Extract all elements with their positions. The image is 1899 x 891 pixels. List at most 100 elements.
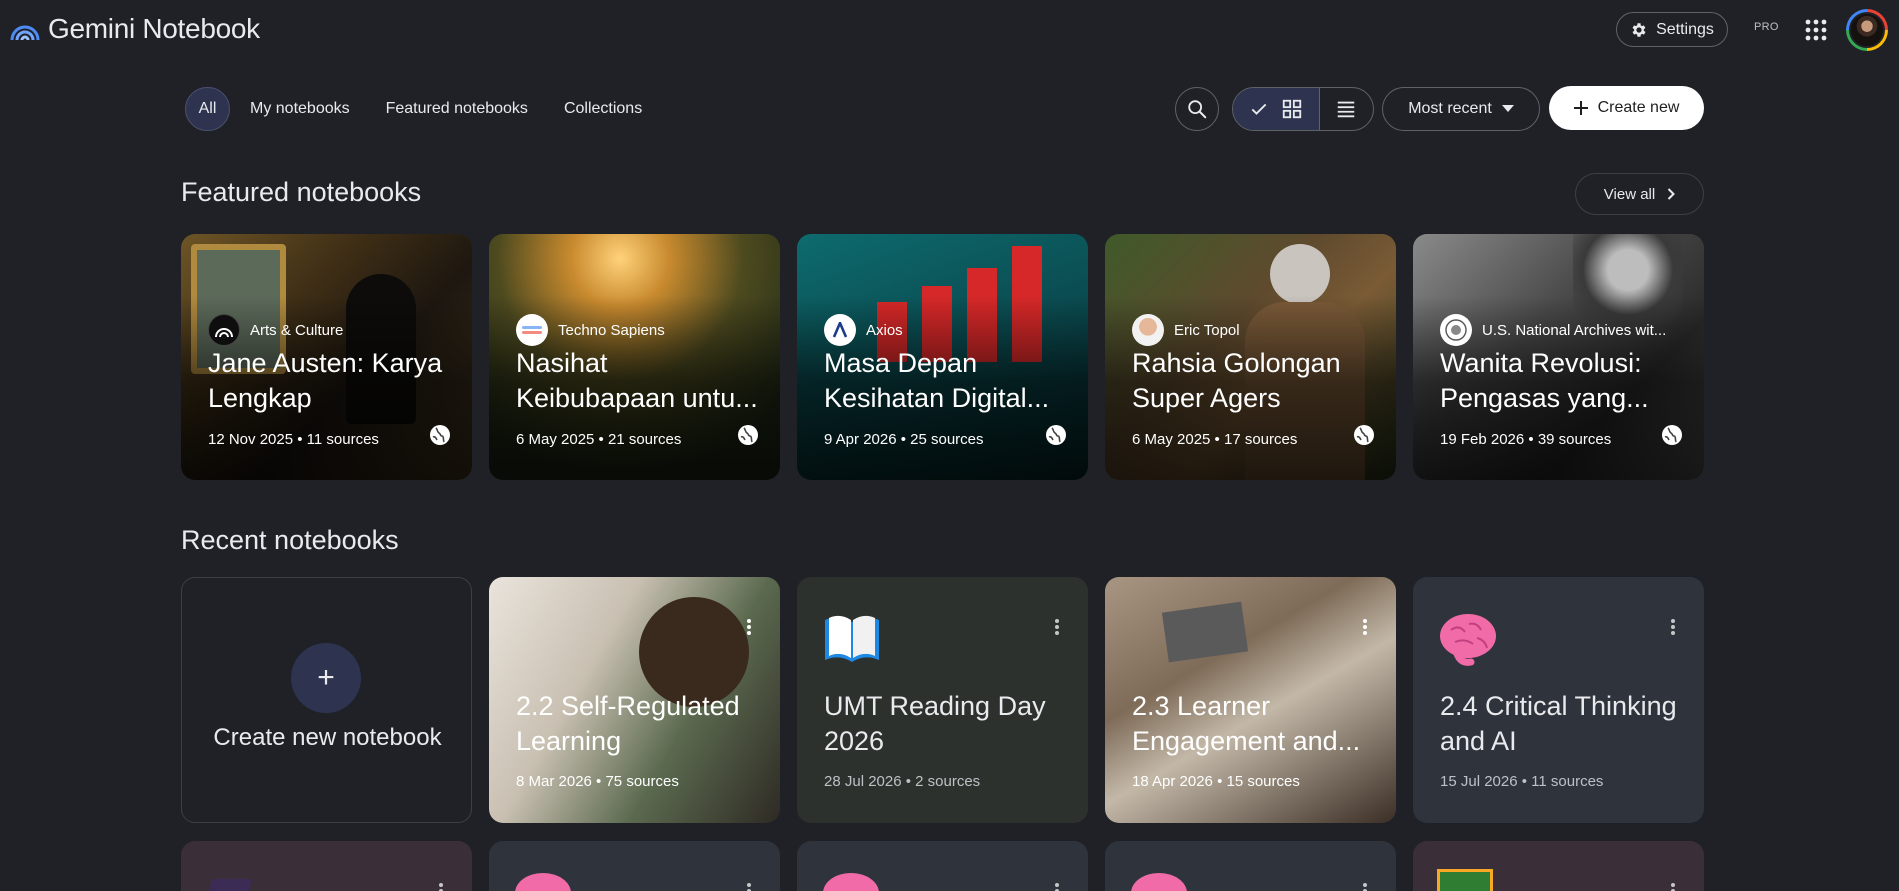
- more-vert-icon[interactable]: [1357, 617, 1373, 637]
- create-new-label: Create new: [1597, 99, 1680, 116]
- source-avatar-icon: [1132, 314, 1164, 346]
- card-meta: 18 Apr 2026 • 15 sources: [1132, 773, 1300, 790]
- source-name: Techno Sapiens: [558, 321, 665, 339]
- featured-card[interactable]: Axios Masa Depan Kesihatan Digital... 9 …: [797, 234, 1088, 480]
- more-vert-icon[interactable]: [1665, 881, 1681, 891]
- card-meta: 15 Jul 2026 • 11 sources: [1440, 773, 1604, 790]
- recent-notebook-card[interactable]: 2.4 Critical Thinking and AI 15 Jul 2026…: [1413, 577, 1704, 823]
- tab-collections[interactable]: Collections: [546, 87, 660, 131]
- card-meta: 19 Feb 2026 • 39 sources: [1440, 431, 1612, 448]
- more-vert-icon[interactable]: [741, 881, 757, 891]
- recent-section-title: Recent notebooks: [181, 525, 399, 555]
- source-name: Eric Topol: [1174, 321, 1240, 339]
- view-all-label: View all: [1603, 185, 1656, 203]
- tab-featured-notebooks[interactable]: Featured notebooks: [368, 87, 546, 131]
- source-name: U.S. National Archives wit...: [1482, 321, 1667, 339]
- globe-icon: [738, 425, 758, 445]
- tab-my-notebooks[interactable]: My notebooks: [232, 87, 368, 131]
- card-title: Rahsia Golongan Super Agers: [1132, 348, 1341, 413]
- card-title: 2.2 Self-Regulated Learning: [516, 691, 740, 756]
- apps-grid-icon[interactable]: [1803, 17, 1829, 43]
- globe-icon: [1046, 425, 1066, 445]
- source-logo-icon: [516, 314, 548, 346]
- app-logo[interactable]: Gemini Notebook: [10, 12, 260, 46]
- source-logo-icon: [208, 314, 240, 346]
- card-title: Jane Austen: Karya Lengkap: [208, 348, 443, 413]
- more-vert-icon[interactable]: [1357, 881, 1373, 891]
- featured-card[interactable]: U.S. National Archives wit... Wanita Rev…: [1413, 234, 1704, 480]
- card-title: 2.3 Learner Engagement and...: [1132, 691, 1361, 756]
- more-vert-icon[interactable]: [1049, 881, 1065, 891]
- brain-emoji-icon: [1440, 614, 1496, 666]
- search-button[interactable]: [1175, 87, 1219, 131]
- recent-notebook-card[interactable]: [797, 841, 1088, 891]
- card-title: Masa Depan Kesihatan Digital...: [824, 348, 1050, 413]
- teacher-emoji-icon: [1437, 869, 1493, 891]
- brain-emoji-icon: [1131, 873, 1187, 891]
- featured-card[interactable]: Arts & Culture Jane Austen: Karya Lengka…: [181, 234, 472, 480]
- filter-tabs: All My notebooks Featured notebooks Coll…: [185, 87, 660, 131]
- more-vert-icon[interactable]: [1665, 617, 1681, 637]
- card-title: 2.4 Critical Thinking and AI: [1440, 691, 1677, 756]
- tab-all[interactable]: All: [185, 87, 230, 131]
- featured-card[interactable]: Eric Topol Rahsia Golongan Super Agers 6…: [1105, 234, 1396, 480]
- grid-view-button[interactable]: [1233, 88, 1320, 130]
- more-vert-icon[interactable]: [741, 617, 757, 637]
- plus-icon: [1573, 101, 1588, 115]
- source-name: Axios: [866, 321, 903, 339]
- card-meta: 6 May 2025 • 21 sources: [516, 431, 682, 448]
- chevron-right-icon: [1667, 188, 1676, 200]
- globe-icon: [1662, 425, 1682, 445]
- grid-view-icon: [1282, 99, 1302, 119]
- recent-notebook-card[interactable]: UMT Reading Day 2026 28 Jul 2026 • 2 sou…: [797, 577, 1088, 823]
- card-title: Nasihat Keibubapaan untu...: [516, 348, 758, 413]
- more-vert-icon[interactable]: [1049, 617, 1065, 637]
- card-source: Arts & Culture: [208, 314, 458, 346]
- create-new-notebook-card[interactable]: + Create new notebook: [181, 577, 472, 823]
- app-title: Gemini Notebook: [48, 13, 260, 44]
- card-meta: 8 Mar 2026 • 75 sources: [516, 773, 679, 790]
- featured-section-title: Featured notebooks: [181, 177, 422, 207]
- book-emoji-icon: [825, 615, 879, 662]
- page: Gemini Notebook Settings PRO All My note…: [0, 0, 1899, 891]
- card-source: Axios: [824, 314, 1074, 346]
- card-title: UMT Reading Day 2026: [824, 691, 1046, 756]
- settings-button[interactable]: Settings: [1616, 12, 1728, 47]
- sort-label: Most recent: [1408, 100, 1492, 117]
- gear-icon: [1632, 22, 1646, 37]
- create-notebook-label: Create new notebook: [213, 724, 442, 751]
- card-source: Techno Sapiens: [516, 314, 766, 346]
- search-icon: [1188, 100, 1207, 119]
- list-view-button[interactable]: [1320, 88, 1373, 130]
- source-logo-icon: [824, 314, 856, 346]
- list-view-icon: [1338, 101, 1355, 118]
- create-new-button[interactable]: Create new: [1549, 86, 1704, 130]
- featured-card[interactable]: Techno Sapiens Nasihat Keibubapaan untu.…: [489, 234, 780, 480]
- sort-dropdown[interactable]: Most recent: [1382, 87, 1540, 131]
- caret-down-icon: [1501, 105, 1514, 112]
- source-name: Arts & Culture: [250, 321, 344, 339]
- recent-notebook-card[interactable]: [489, 841, 780, 891]
- card-meta: 9 Apr 2026 • 25 sources: [824, 431, 984, 448]
- brain-emoji-icon: [515, 873, 571, 891]
- recent-notebook-card[interactable]: [1105, 841, 1396, 891]
- card-meta: 28 Jul 2026 • 2 sources: [824, 773, 981, 790]
- card-title: Wanita Revolusi: Pengasas yang...: [1440, 348, 1649, 413]
- source-seal-icon: [1440, 314, 1472, 346]
- plus-icon: +: [291, 643, 361, 713]
- settings-label: Settings: [1656, 20, 1714, 38]
- more-vert-icon[interactable]: [433, 881, 449, 891]
- pro-badge: PRO: [1754, 21, 1779, 33]
- view-toggle: [1232, 87, 1374, 131]
- card-emoji-icon: [205, 879, 253, 891]
- recent-notebook-card[interactable]: 2.2 Self-Regulated Learning 8 Mar 2026 •…: [489, 577, 780, 823]
- card-meta: 12 Nov 2025 • 11 sources: [208, 431, 379, 448]
- card-source: U.S. National Archives wit...: [1440, 314, 1690, 346]
- recent-notebook-card[interactable]: 2.3 Learner Engagement and... 18 Apr 202…: [1105, 577, 1396, 823]
- recent-notebook-card[interactable]: [1413, 841, 1704, 891]
- brain-emoji-icon: [823, 873, 879, 891]
- account-avatar[interactable]: [1846, 9, 1888, 51]
- check-icon: [1251, 103, 1267, 115]
- recent-notebook-card[interactable]: [181, 841, 472, 891]
- view-all-button[interactable]: View all: [1575, 173, 1704, 215]
